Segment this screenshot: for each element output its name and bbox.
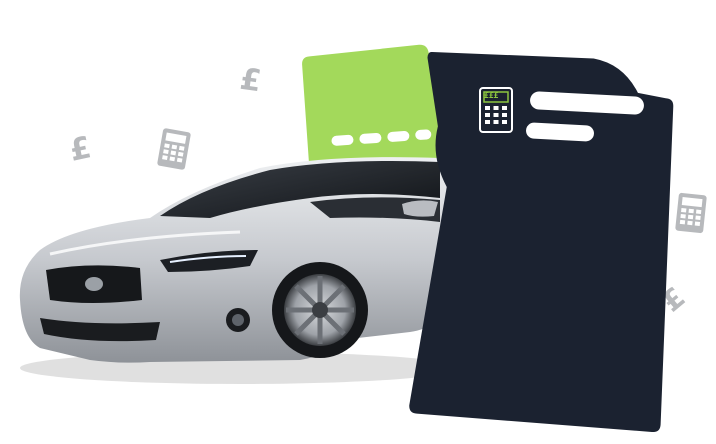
calculator-display-text: £££ (484, 91, 499, 100)
illustration-stage: £ £ £ £££ (0, 0, 716, 444)
document-card-icon (409, 52, 674, 432)
pound-icon: £ (237, 61, 264, 100)
car-image (19, 157, 460, 384)
